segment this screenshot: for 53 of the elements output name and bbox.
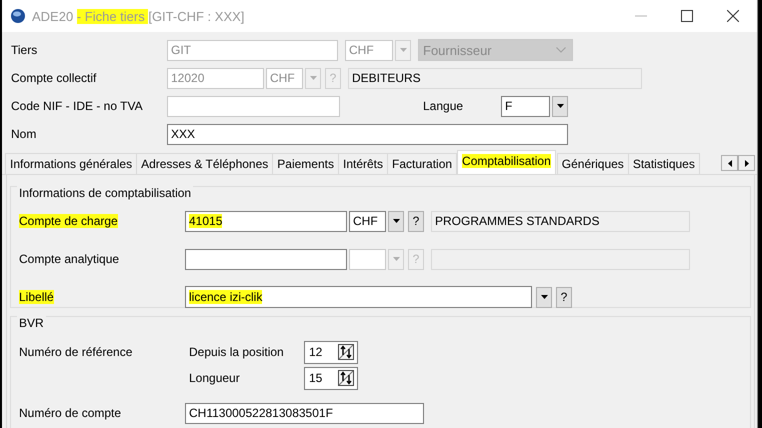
field-label: Compte collectif <box>11 71 98 85</box>
tab[interactable]: Statistiques <box>628 153 700 174</box>
input-field[interactable] <box>167 96 340 116</box>
spin-arrows-icon[interactable] <box>338 370 354 386</box>
account-number-field[interactable]: CH113000522813083501F <box>185 402 424 424</box>
field-label: Nom <box>11 127 38 141</box>
caret-icon <box>392 219 400 223</box>
field-label: Longueur <box>189 371 241 385</box>
currency-field[interactable]: CHF <box>349 210 386 232</box>
spin-arrows-icon[interactable] <box>338 344 354 360</box>
number-spinner[interactable]: 15 <box>304 366 358 390</box>
number-spinner[interactable]: 12 <box>304 340 358 364</box>
caret-icon <box>540 295 548 299</box>
field-label: Tiers <box>11 43 38 57</box>
app-icon <box>10 8 26 24</box>
group-title: Informations de comptabilisation <box>17 186 194 200</box>
tab[interactable]: Informations générales <box>5 153 138 174</box>
language-field[interactable]: F <box>501 96 550 116</box>
tab[interactable]: Génériques <box>556 153 629 174</box>
tab[interactable]: Comptabilisation <box>457 150 556 174</box>
group-title: BVR <box>17 316 46 330</box>
field-label: Numéro de référence <box>19 345 134 359</box>
caret-icon <box>400 48 406 52</box>
right-arrow-icon <box>744 160 748 166</box>
field-label: Libellé <box>19 290 55 304</box>
close-icon[interactable] <box>727 10 739 22</box>
field-label: Compte analytique <box>19 252 120 266</box>
account-field[interactable] <box>185 248 347 270</box>
field-label: Numéro de compte <box>19 406 122 420</box>
help-button[interactable]: ? <box>556 286 572 308</box>
dropdown-button[interactable] <box>536 286 552 308</box>
description-field: PROGRAMMES STANDARDS <box>431 210 690 232</box>
help-button[interactable]: ? <box>408 210 424 232</box>
caret-icon <box>310 76 316 80</box>
account-field[interactable]: 41015 <box>185 210 347 232</box>
field-label: Langue <box>423 99 464 113</box>
dropdown-button[interactable] <box>388 210 404 232</box>
name-field[interactable]: XXX <box>167 124 568 144</box>
scroll-left-button[interactable] <box>721 155 738 171</box>
maximize-icon[interactable] <box>681 10 693 22</box>
caret-icon <box>556 104 564 108</box>
tab[interactable]: Facturation <box>387 153 458 174</box>
currency-field[interactable] <box>349 248 386 270</box>
field-label: Depuis la position <box>189 345 285 359</box>
window-title: ADE20 - Fiche tiers [GIT-CHF : XXX] <box>32 8 244 24</box>
field-label: Code NIF - IDE - no TVA <box>11 99 144 113</box>
caret-icon <box>392 257 400 261</box>
scroll-right-button[interactable] <box>738 155 755 171</box>
field-label: Compte de charge <box>19 214 119 228</box>
dropdown-button[interactable] <box>552 96 568 116</box>
chevron-icon <box>556 47 566 53</box>
left-arrow-icon <box>728 160 732 166</box>
description-field: DEBITEURS <box>348 68 642 88</box>
